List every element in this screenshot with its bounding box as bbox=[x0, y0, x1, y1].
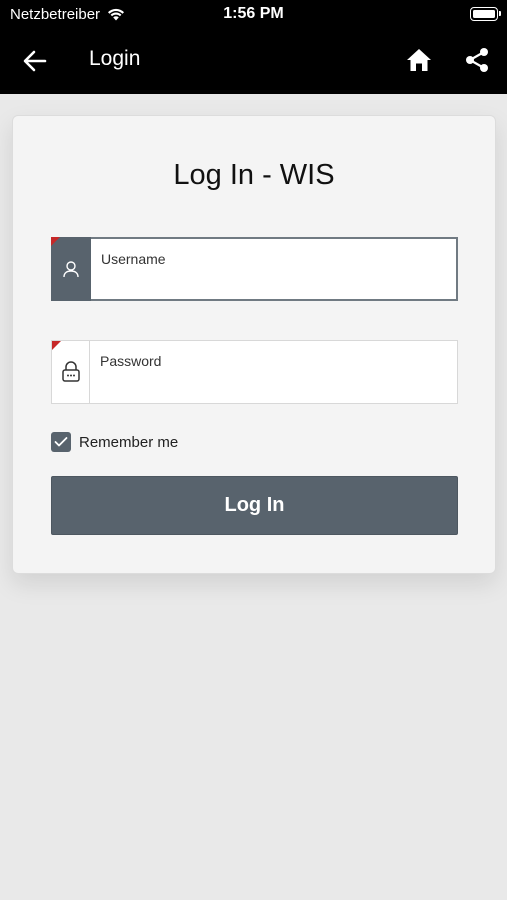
username-icon-box bbox=[51, 237, 91, 301]
page-title: Login bbox=[89, 47, 141, 70]
status-bar: Netzbetreiber 1:56 PM bbox=[0, 0, 507, 28]
required-marker bbox=[52, 341, 61, 350]
remember-me-checkbox[interactable] bbox=[51, 432, 71, 452]
password-input[interactable] bbox=[100, 373, 449, 395]
back-arrow-icon bbox=[23, 50, 47, 72]
remember-me-label: Remember me bbox=[79, 433, 179, 451]
back-button[interactable] bbox=[20, 47, 50, 75]
username-label: Username bbox=[101, 251, 166, 267]
clock: 1:56 PM bbox=[223, 5, 284, 22]
checkmark-icon bbox=[54, 437, 68, 447]
login-title: Log In - WIS bbox=[173, 159, 335, 191]
required-marker bbox=[51, 237, 60, 246]
login-card: Log In - WIS Username Password Remember … bbox=[12, 115, 496, 574]
battery-icon bbox=[470, 7, 501, 21]
remember-me-row[interactable]: Remember me bbox=[51, 432, 178, 452]
share-icon bbox=[466, 48, 488, 72]
password-field[interactable]: Password bbox=[51, 340, 458, 404]
home-button[interactable] bbox=[404, 45, 434, 75]
username-input[interactable] bbox=[101, 271, 448, 293]
lock-icon bbox=[61, 361, 80, 382]
user-icon bbox=[63, 261, 79, 278]
app-bar: Login bbox=[0, 28, 507, 94]
login-button[interactable]: Log In bbox=[51, 476, 458, 535]
password-icon-box bbox=[52, 341, 90, 403]
home-icon bbox=[407, 49, 431, 71]
password-label: Password bbox=[100, 353, 162, 369]
share-button[interactable] bbox=[462, 45, 492, 75]
username-field[interactable]: Username bbox=[51, 237, 458, 301]
